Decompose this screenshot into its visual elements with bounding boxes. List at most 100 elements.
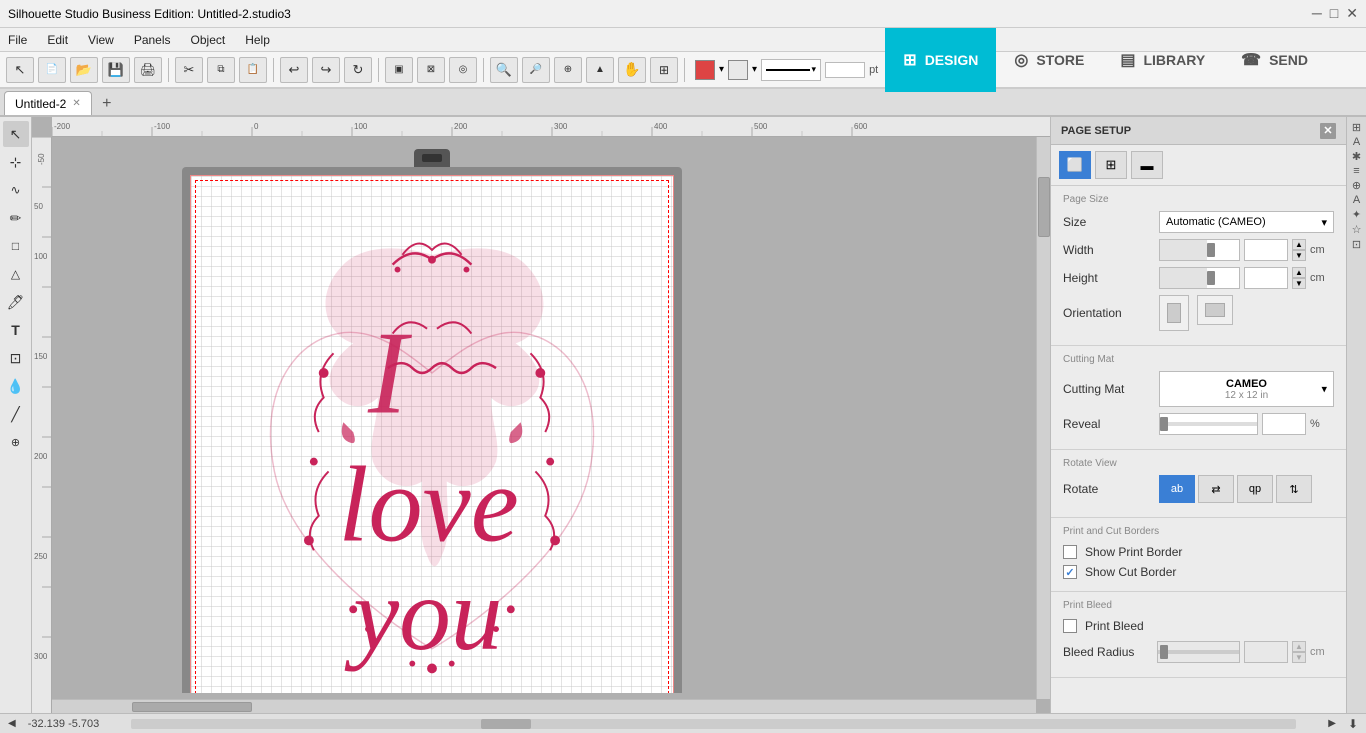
show-print-border-checkbox[interactable] (1063, 545, 1077, 559)
fill-color-button[interactable] (728, 60, 748, 80)
hscroll-thumb[interactable] (132, 702, 252, 712)
topnav-store[interactable]: ◎ STORE (996, 28, 1102, 92)
height-down[interactable]: ▼ (1292, 278, 1306, 289)
stroke-line-selector[interactable]: ▾ (761, 59, 821, 81)
bezier-tool[interactable]: ∿ (3, 177, 29, 203)
portrait-button[interactable] (1159, 295, 1189, 331)
tab-close-button[interactable]: ✕ (72, 98, 80, 109)
height-up[interactable]: ▲ (1292, 267, 1306, 278)
zoom-canvas-tool[interactable]: ⊕ (3, 429, 29, 455)
select-tool[interactable]: ↖ (3, 121, 29, 147)
knife-tool[interactable]: ╱ (3, 401, 29, 427)
rotate-btn-rotate90[interactable]: qp (1237, 475, 1273, 503)
menu-panels[interactable]: Panels (130, 31, 175, 49)
strip-icon-6[interactable]: A (1348, 194, 1366, 206)
zoom-out-button[interactable]: 🔎 (522, 57, 550, 83)
strip-icon-1[interactable]: ⊞ (1348, 121, 1366, 134)
tab-add-button[interactable]: + (96, 93, 118, 115)
scroll-right-btn[interactable]: ▶ (1328, 718, 1336, 729)
page-down-btn[interactable]: ⬇ (1348, 717, 1358, 731)
width-down[interactable]: ▼ (1292, 250, 1306, 261)
menu-edit[interactable]: Edit (43, 31, 72, 49)
size-dropdown[interactable]: Automatic (CAMEO) ▾ (1159, 211, 1334, 233)
strip-icon-3[interactable]: ✱ (1348, 150, 1366, 163)
open-button[interactable]: 📂 (70, 57, 98, 83)
vertical-scrollbar[interactable] (1036, 137, 1050, 699)
paste-button[interactable]: 📋 (239, 57, 267, 83)
deselect-button[interactable]: ⊠ (417, 57, 445, 83)
pencil-tool[interactable]: ✏ (3, 205, 29, 231)
rectangle-tool[interactable]: □ (3, 233, 29, 259)
strip-icon-5[interactable]: ⊕ (1348, 179, 1366, 192)
pointer-tool[interactable]: ↖ (6, 57, 34, 83)
zoom-fit-button[interactable]: ⊕ (554, 57, 582, 83)
panel-close-button[interactable]: ✕ (1320, 123, 1336, 139)
triangle-tool[interactable]: △ (3, 261, 29, 287)
refresh-button[interactable]: ↻ (344, 57, 372, 83)
print-button[interactable]: 🖨 (134, 57, 162, 83)
menu-file[interactable]: File (4, 31, 31, 49)
new-button[interactable]: 📄 (38, 57, 66, 83)
height-label: Height (1063, 271, 1153, 285)
height-input[interactable]: 30.48 (1244, 267, 1288, 289)
scroll-left-btn[interactable]: ◀ (8, 718, 16, 729)
minimize-button[interactable]: ─ (1312, 5, 1322, 22)
rotate-btn-normal[interactable]: ab (1159, 475, 1195, 503)
strip-icon-9[interactable]: ⊡ (1348, 238, 1366, 251)
stroke-dropdown-arrow[interactable]: ▾ (719, 64, 724, 75)
strip-icon-7[interactable]: ✦ (1348, 208, 1366, 221)
menu-help[interactable]: Help (241, 31, 274, 49)
topnav-library[interactable]: ▤ LIBRARY (1102, 28, 1223, 92)
cutting-mat-dropdown[interactable]: CAMEO 12 x 12 in ▾ (1159, 371, 1334, 407)
panel-tab-grid[interactable]: ⊞ (1095, 151, 1127, 179)
save-button[interactable]: 💾 (102, 57, 130, 83)
pan-tool[interactable]: ✋ (618, 57, 646, 83)
panel-title: PAGE SETUP (1061, 125, 1131, 137)
reveal-input[interactable]: 0.0 (1262, 413, 1306, 435)
zoom-in-button[interactable]: 🔍 (490, 57, 518, 83)
horizontal-scrollbar[interactable] (52, 699, 1036, 713)
group-button[interactable]: ◎ (449, 57, 477, 83)
pen-tool[interactable]: 🖊 (3, 289, 29, 315)
panel-tab-background[interactable]: ▬ (1131, 151, 1163, 179)
separator-3 (378, 58, 379, 82)
restore-button[interactable]: □ (1330, 5, 1338, 22)
stroke-color-button[interactable] (695, 60, 715, 80)
redo-button[interactable]: ↪ (312, 57, 340, 83)
store-label: STORE (1036, 52, 1084, 68)
menu-object[interactable]: Object (187, 31, 230, 49)
move-tool[interactable]: ▲ (586, 57, 614, 83)
stroke-width-input[interactable]: 0.20 (825, 62, 865, 78)
topnav-send[interactable]: ☎ SEND (1223, 28, 1326, 92)
strip-icon-2[interactable]: A (1348, 136, 1366, 148)
menu-view[interactable]: View (84, 31, 118, 49)
fill-dropdown-arrow[interactable]: ▾ (752, 64, 757, 75)
cut-button[interactable]: ✂ (175, 57, 203, 83)
show-cut-border-label: Show Cut Border (1085, 565, 1176, 579)
close-button[interactable]: ✕ (1346, 5, 1358, 22)
strip-icon-8[interactable]: ☆ (1348, 223, 1366, 236)
print-bleed-checkbox[interactable] (1063, 619, 1077, 633)
text-tool[interactable]: T (3, 317, 29, 343)
svg-text:100: 100 (34, 252, 48, 261)
width-up[interactable]: ▲ (1292, 239, 1306, 250)
tab-untitled2[interactable]: Untitled-2 ✕ (4, 91, 92, 115)
strip-icon-4[interactable]: ≡ (1348, 165, 1366, 177)
eraser-tool[interactable]: ⊡ (3, 345, 29, 371)
width-input[interactable]: 30.48 (1244, 239, 1288, 261)
topnav-design[interactable]: ⊞ DESIGN (885, 28, 996, 92)
panel-tab-page[interactable]: ⬜ (1059, 151, 1091, 179)
eyedropper-tool[interactable]: 💧 (3, 373, 29, 399)
vscroll-thumb[interactable] (1038, 177, 1050, 237)
landscape-button[interactable] (1197, 295, 1233, 325)
copy-button[interactable]: ⧉ (207, 57, 235, 83)
rotate-btn-rotate180[interactable]: ⇅ (1276, 475, 1312, 503)
rotate-btn-mirror[interactable]: ⇄ (1198, 475, 1234, 503)
svg-text:400: 400 (654, 122, 668, 131)
undo-button[interactable]: ↩ (280, 57, 308, 83)
show-cut-border-checkbox[interactable]: ✓ (1063, 565, 1077, 579)
zoom-region-button[interactable]: ⊞ (650, 57, 678, 83)
node-tool[interactable]: ⊹ (3, 149, 29, 175)
bleed-radius-input[interactable]: 0.127 (1244, 641, 1288, 663)
select-all-button[interactable]: ▣ (385, 57, 413, 83)
